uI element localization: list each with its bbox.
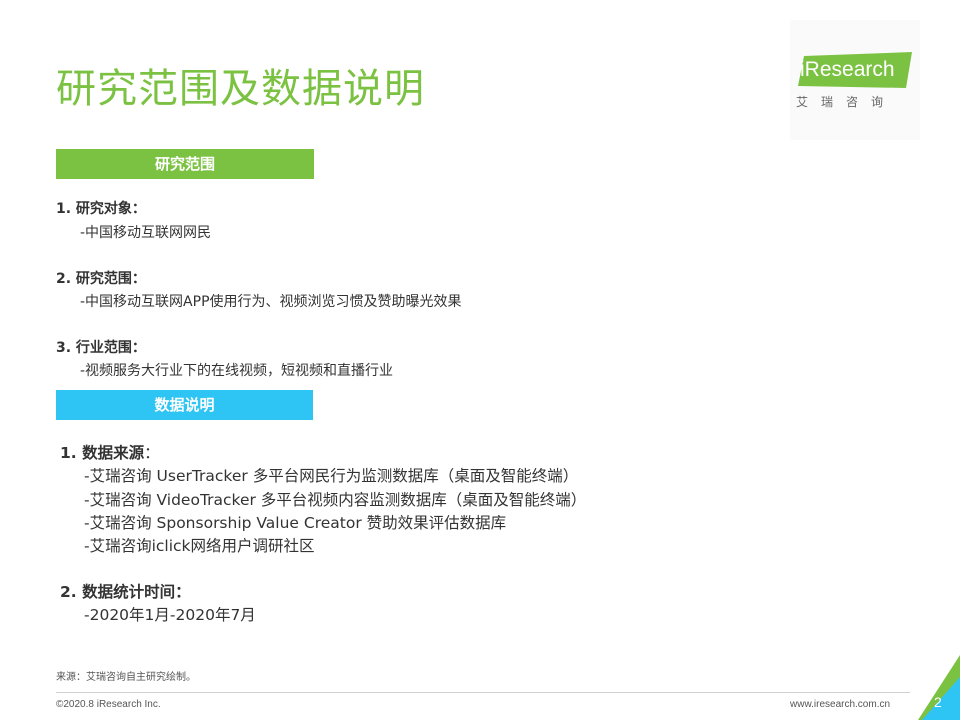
scope-item-1-detail: -中国移动互联网网民: [80, 225, 212, 241]
scope-item-1-heading: 1. 研究对象：: [56, 201, 146, 217]
page-title: 研究范围及数据说明: [56, 66, 425, 112]
source-note: 来源：艾瑞咨询自主研究绘制。: [56, 672, 196, 683]
data-source-3: -艾瑞咨询 Sponsorship Value Creator 赞助效果评估数据…: [84, 514, 507, 532]
data-source-heading: 1. 数据来源：: [60, 441, 160, 463]
data-source-2: -艾瑞咨询 VideoTracker 多平台视频内容监测数据库（桌面及智能终端）: [84, 491, 587, 509]
scope-item-2-heading: 2. 研究范围：: [56, 271, 146, 287]
scope-tag: 研究范围: [56, 149, 314, 179]
website-url: www.iresearch.com.cn: [790, 699, 891, 710]
copyright: ©2020.8 iResearch Inc.: [56, 699, 161, 710]
data-source-heading-colon: ：: [144, 444, 160, 462]
data-time-heading: 2. 数据统计时间：: [60, 583, 191, 601]
page-number: 2: [934, 694, 942, 710]
scope-item-2-detail: -中国移动互联网APP使用行为、视频浏览习惯及赞助曝光效果: [80, 294, 462, 310]
corner-decoration: [918, 655, 960, 720]
data-source-4: -艾瑞咨询iclick网络用户调研社区: [84, 537, 315, 555]
scope-item-3-heading: 3. 行业范围：: [56, 340, 146, 356]
scope-item-3-detail: -视频服务大行业下的在线视频，短视频和直播行业: [80, 363, 394, 379]
data-tag: 数据说明: [56, 390, 313, 420]
data-source-1: -艾瑞咨询 UserTracker 多平台网民行为监测数据库（桌面及智能终端）: [84, 467, 579, 485]
data-source-heading-text: 1. 数据来源: [60, 444, 145, 462]
footer-divider: [56, 692, 910, 693]
logo-brand-text: iResearch: [800, 58, 895, 81]
data-time-detail: -2020年1月-2020年7月: [84, 606, 256, 624]
logo-cn-text: 艾瑞咨询: [796, 95, 897, 109]
